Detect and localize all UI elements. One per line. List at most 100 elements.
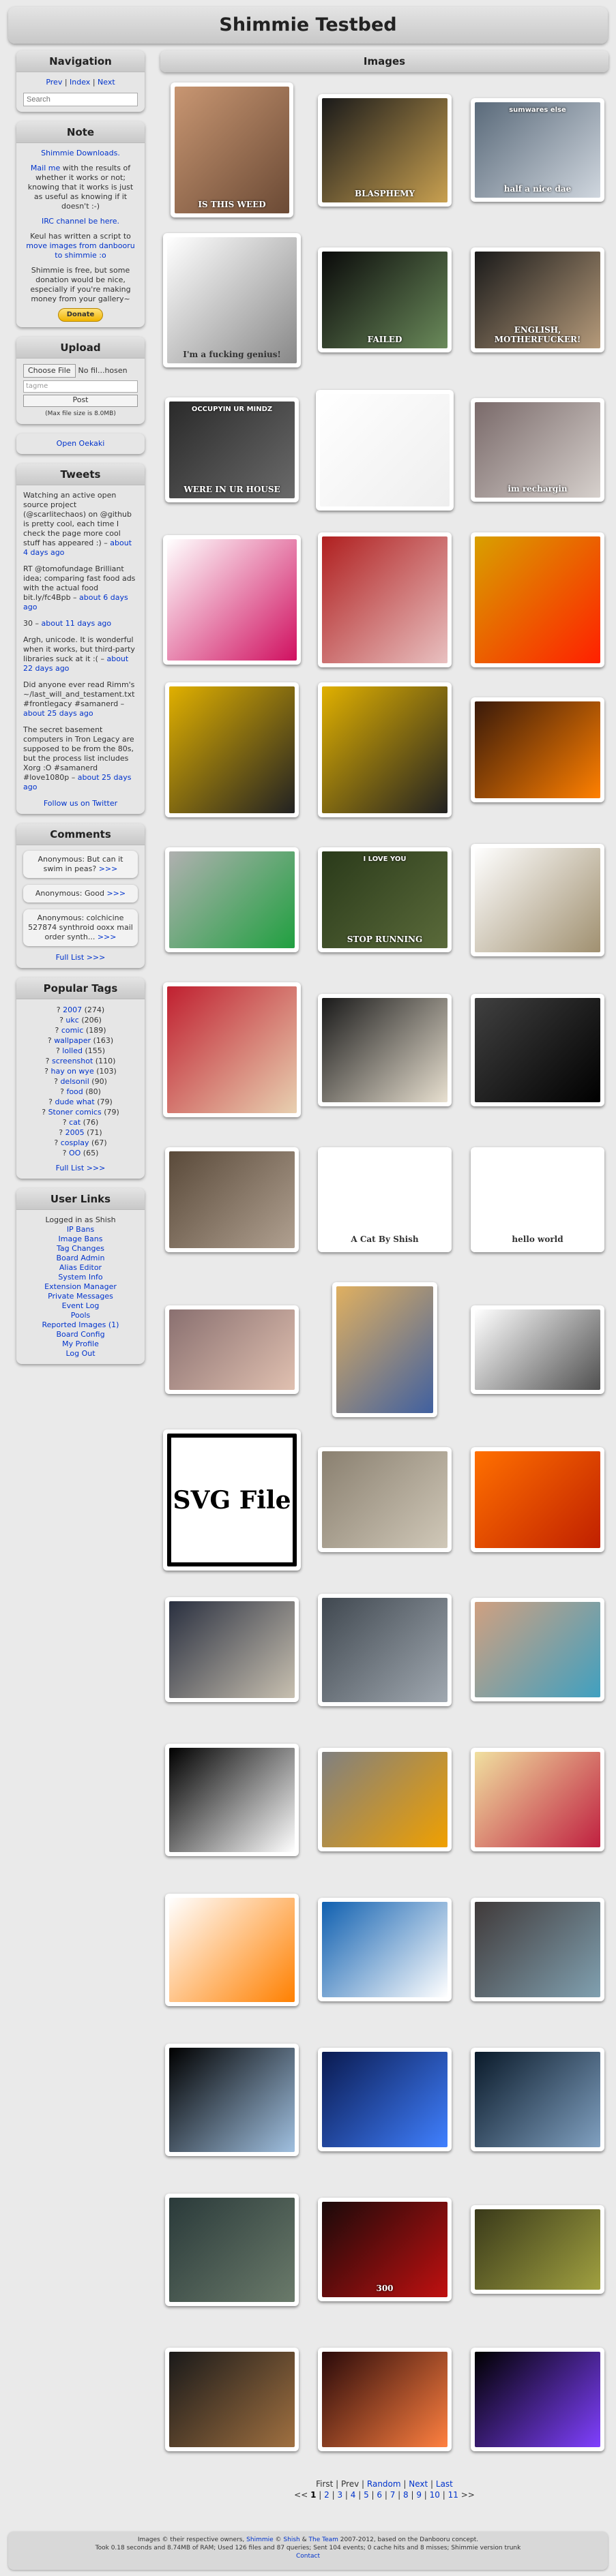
image-thumbnail[interactable]: im rechargin: [471, 398, 604, 502]
image-thumbnail[interactable]: [471, 1598, 604, 1701]
tag-help-icon[interactable]: ?: [63, 1149, 67, 1157]
footer-contact-link[interactable]: Contact: [296, 2553, 320, 2560]
tag-link[interactable]: screenshot: [52, 1057, 93, 1065]
footer-team-link[interactable]: The Team: [309, 2536, 338, 2543]
image-thumbnail[interactable]: [471, 697, 604, 802]
tag-help-icon[interactable]: ?: [56, 1046, 60, 1055]
paginator-page-link[interactable]: 6: [377, 2490, 382, 2500]
footer-shimmie-link[interactable]: Shimmie: [246, 2536, 274, 2543]
image-thumbnail[interactable]: [318, 1748, 452, 1851]
tag-link[interactable]: OO: [69, 1149, 80, 1157]
image-thumbnail[interactable]: [165, 2044, 299, 2156]
image-thumbnail[interactable]: [165, 1305, 299, 1394]
tag-help-icon[interactable]: ?: [44, 1067, 48, 1076]
tag-help-icon[interactable]: ?: [54, 1077, 58, 1086]
image-thumbnail[interactable]: [471, 1447, 604, 1552]
user-link[interactable]: Event Log: [62, 1301, 100, 1310]
tag-help-icon[interactable]: ?: [60, 1087, 64, 1096]
image-thumbnail[interactable]: ENGLISH, MOTHERFUCKER!: [471, 247, 604, 352]
image-thumbnail[interactable]: STOP RUNNING I LOVE YOU: [318, 847, 452, 952]
user-link[interactable]: IP Bans: [67, 1225, 94, 1234]
image-thumbnail[interactable]: hello world: [471, 1147, 604, 1252]
tag-link[interactable]: cosplay: [61, 1138, 89, 1147]
tag-link[interactable]: wallpaper: [54, 1036, 91, 1045]
tag-help-icon[interactable]: ?: [42, 1108, 46, 1117]
open-oekaki-link[interactable]: Open Oekaki: [57, 439, 105, 448]
image-thumbnail[interactable]: [165, 847, 299, 952]
tag-link[interactable]: ukc: [65, 1016, 78, 1025]
image-thumbnail[interactable]: BLASPHEMY: [318, 94, 452, 207]
paginator-page-link[interactable]: 9: [416, 2490, 422, 2500]
image-thumbnail[interactable]: FAILED: [318, 247, 452, 352]
paginator-page-link[interactable]: 10: [430, 2490, 440, 2500]
image-thumbnail[interactable]: [318, 1898, 452, 2001]
image-thumbnail[interactable]: [165, 1597, 299, 1702]
search-input[interactable]: [23, 93, 138, 106]
image-thumbnail[interactable]: 300: [318, 2198, 452, 2301]
image-thumbnail[interactable]: [163, 982, 301, 1117]
comment-more-link[interactable]: >>>: [98, 933, 117, 941]
paginator-page-link[interactable]: 7: [390, 2490, 396, 2500]
tag-help-icon[interactable]: ?: [63, 1118, 67, 1127]
tag-link[interactable]: delsonil: [60, 1077, 89, 1086]
image-thumbnail[interactable]: [318, 2048, 452, 2151]
image-thumbnail[interactable]: [471, 2205, 604, 2294]
image-thumbnail[interactable]: IS THIS WEED: [171, 82, 293, 217]
tag-link[interactable]: cat: [69, 1118, 80, 1127]
tag-help-icon[interactable]: ?: [46, 1057, 50, 1065]
tag-link[interactable]: 2005: [65, 1128, 85, 1137]
paginator-last-link[interactable]: Last: [436, 2479, 453, 2489]
paginator-page-link[interactable]: 3: [337, 2490, 342, 2500]
image-thumbnail[interactable]: [165, 682, 299, 817]
image-thumbnail[interactable]: SVG File: [163, 1429, 301, 1571]
irc-link[interactable]: IRC channel be here.: [42, 217, 119, 226]
image-thumbnail[interactable]: [165, 2194, 299, 2306]
post-button[interactable]: Post: [23, 395, 138, 407]
keul-script-link[interactable]: move images from danbooru to shimmie :o: [26, 241, 134, 260]
nav-index-link[interactable]: Index: [70, 78, 90, 87]
nav-prev-link[interactable]: Prev: [46, 78, 62, 87]
user-link[interactable]: Board Admin: [57, 1254, 105, 1262]
tag-help-icon[interactable]: ?: [48, 1097, 53, 1106]
donate-button[interactable]: Donate: [57, 308, 104, 322]
choose-file-button[interactable]: Choose File: [23, 364, 76, 378]
image-thumbnail[interactable]: [165, 1744, 299, 1856]
paginator-page-link[interactable]: 11: [448, 2490, 458, 2500]
tag-link[interactable]: Stoner comics: [48, 1108, 102, 1117]
tag-link[interactable]: 2007: [63, 1005, 82, 1014]
nav-next-link[interactable]: Next: [98, 78, 115, 87]
image-thumbnail[interactable]: half a nice dae sumwares else: [471, 98, 604, 202]
comments-full-list-link[interactable]: Full List >>>: [56, 953, 106, 962]
comment-more-link[interactable]: >>>: [106, 889, 126, 898]
paginator-page-link[interactable]: 4: [351, 2490, 356, 2500]
image-thumbnail[interactable]: [471, 994, 604, 1106]
image-thumbnail[interactable]: [471, 1898, 604, 2001]
image-thumbnail[interactable]: [318, 2348, 452, 2451]
tweet-time-link[interactable]: about 25 days ago: [23, 709, 93, 718]
paginator-page-link[interactable]: 2: [324, 2490, 329, 2500]
user-link[interactable]: Private Messages: [48, 1292, 113, 1301]
user-link[interactable]: Board Config: [56, 1330, 104, 1339]
user-link[interactable]: Log Out: [65, 1349, 95, 1358]
tag-help-icon[interactable]: ?: [54, 1138, 58, 1147]
user-link[interactable]: My Profile: [62, 1339, 99, 1348]
mail-me-link[interactable]: Mail me: [31, 164, 60, 172]
user-link[interactable]: System Info: [58, 1273, 102, 1282]
user-link[interactable]: Extension Manager: [44, 1282, 117, 1291]
follow-twitter-link[interactable]: Follow us on Twitter: [44, 799, 117, 808]
image-thumbnail[interactable]: [165, 1147, 299, 1252]
image-thumbnail[interactable]: [471, 2048, 604, 2151]
user-link[interactable]: Alias Editor: [59, 1263, 102, 1272]
shimmie-downloads-link[interactable]: Shimmie Downloads.: [41, 149, 120, 157]
image-thumbnail[interactable]: [332, 1282, 437, 1417]
tag-help-icon[interactable]: ?: [57, 1005, 61, 1014]
footer-shish-link[interactable]: Shish: [283, 2536, 299, 2543]
image-thumbnail[interactable]: [471, 532, 604, 667]
tag-help-icon[interactable]: ?: [59, 1128, 63, 1137]
user-link[interactable]: Pools: [71, 1311, 91, 1320]
paginator-page-link[interactable]: 8: [403, 2490, 409, 2500]
tag-link[interactable]: food: [66, 1087, 83, 1096]
image-thumbnail[interactable]: [471, 1748, 604, 1851]
user-link[interactable]: Reported Images (1): [42, 1320, 119, 1329]
tags-input[interactable]: tagme: [23, 380, 138, 393]
